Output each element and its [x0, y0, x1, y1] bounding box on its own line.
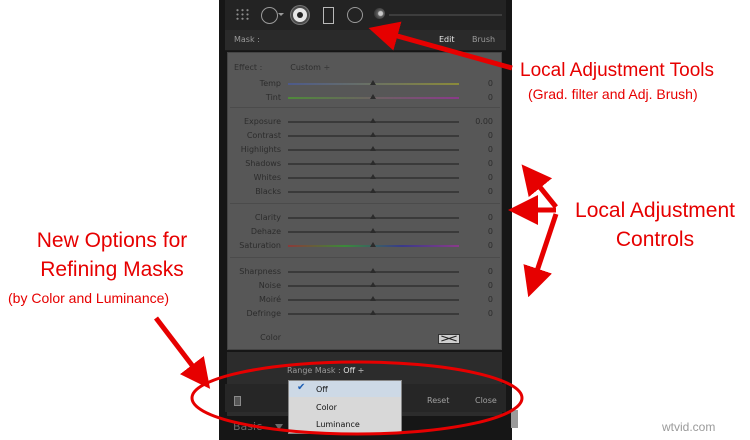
arrow-controls-up: [521, 164, 558, 209]
arrow-to-masks: [154, 316, 211, 389]
highlight-ellipse: [190, 360, 524, 436]
annotation-arrows: [154, 21, 559, 436]
arrow-to-tools: [368, 21, 513, 71]
arrow-controls-down: [523, 213, 559, 298]
